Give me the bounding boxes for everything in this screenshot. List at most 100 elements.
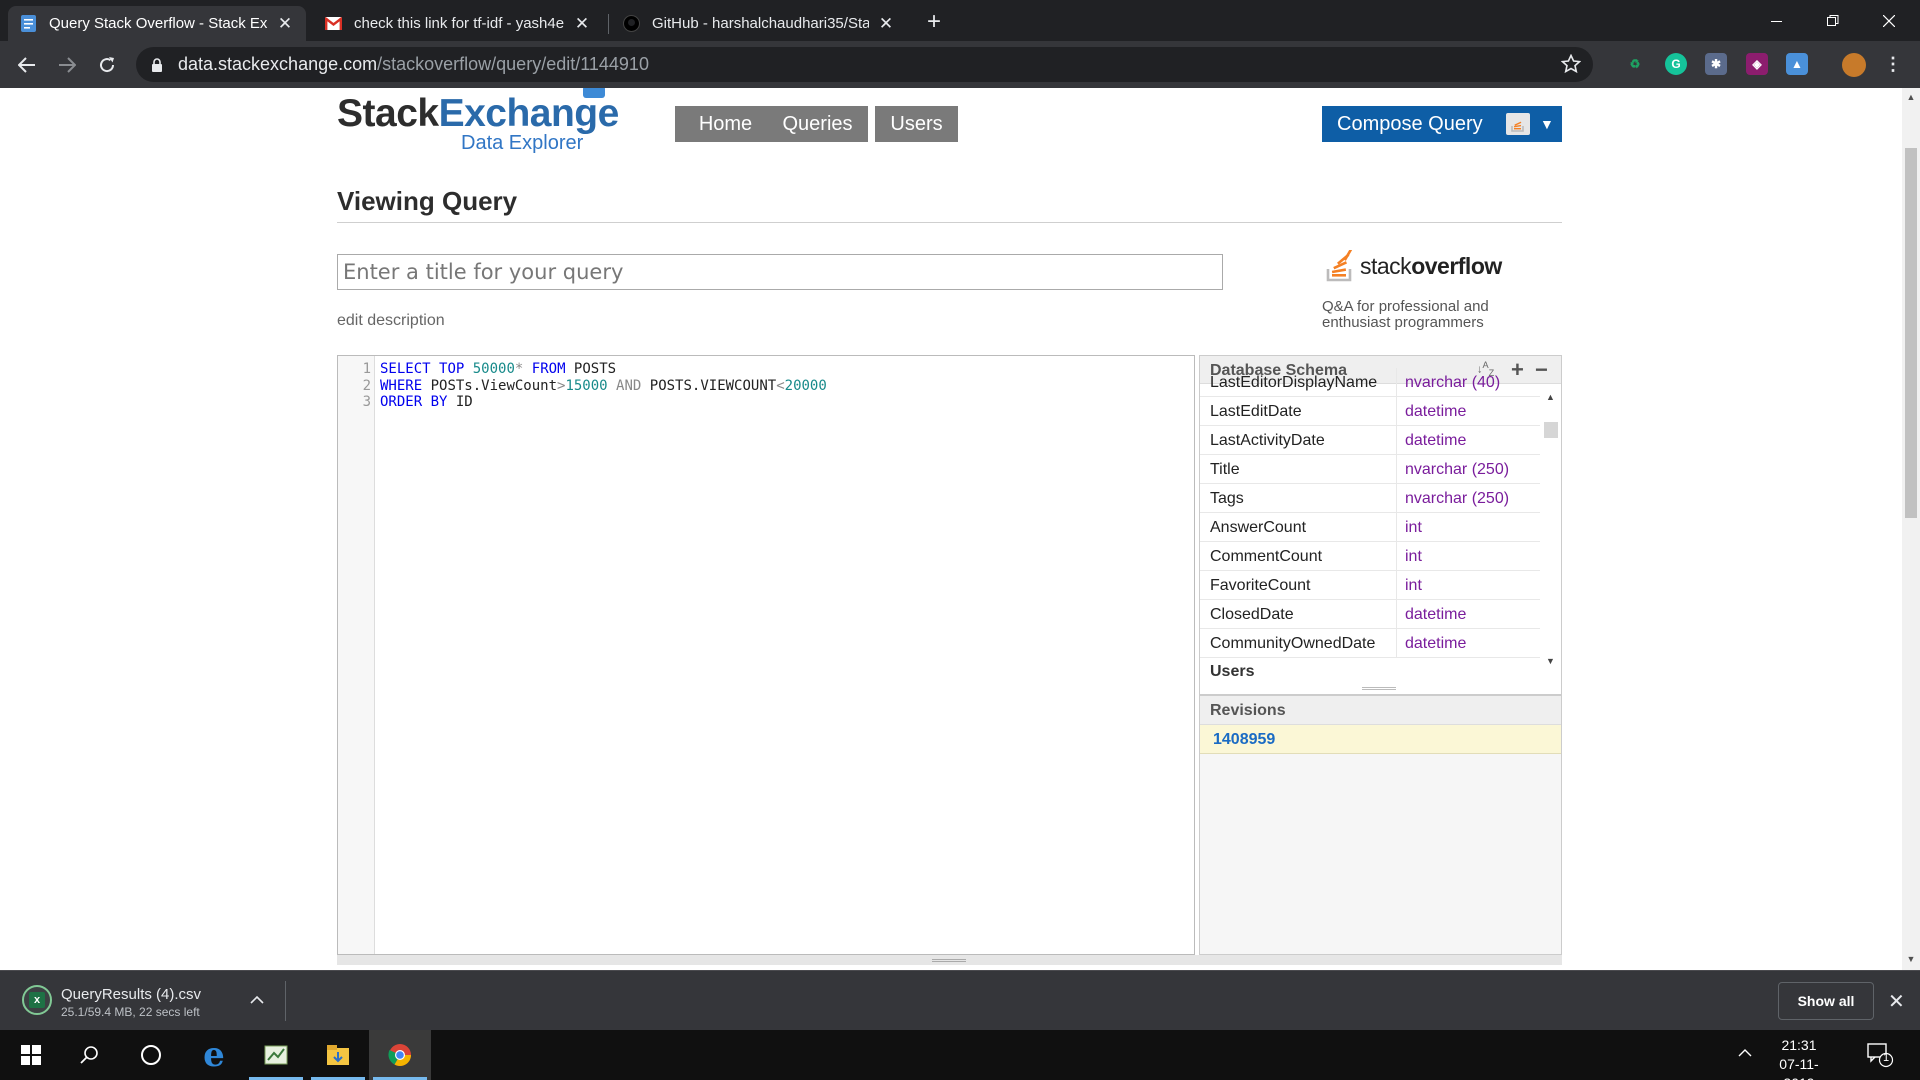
divider <box>337 222 1562 223</box>
minimize-icon[interactable] <box>1754 0 1800 41</box>
stackoverflow-site-icon[interactable] <box>1506 113 1530 135</box>
schema-column-row[interactable]: FavoriteCount int <box>1200 571 1540 600</box>
tab-close-icon[interactable]: ✕ <box>877 14 895 34</box>
windows-start-icon[interactable] <box>0 1030 62 1080</box>
divider <box>1396 368 1397 396</box>
recycle-extension-icon[interactable]: ♻ <box>1624 53 1646 75</box>
close-window-icon[interactable] <box>1866 0 1912 41</box>
address-bar[interactable]: data.stackexchange.com/stackoverflow/que… <box>136 47 1593 82</box>
profile-avatar[interactable] <box>1842 53 1866 77</box>
schema-table-users[interactable]: Users <box>1210 663 1254 681</box>
code-token: POSTs.ViewCount <box>422 377 558 394</box>
schema-column-row[interactable]: CommunityOwnedDate datetime <box>1200 629 1540 658</box>
stackoverflow-logo-text: stackoverflow <box>1360 252 1502 279</box>
tab-gmail[interactable]: check this link for tf-idf - yash4er ✕ <box>313 6 603 41</box>
schema-column-row[interactable]: LastActivityDate datetime <box>1200 426 1540 455</box>
scrollbar-thumb[interactable] <box>1544 422 1558 438</box>
blue-extension-icon[interactable]: ▲ <box>1786 53 1808 75</box>
puzzle-extension-icon[interactable]: ✱ <box>1705 53 1727 75</box>
nav-home[interactable]: Home <box>675 106 776 142</box>
schema-column-row[interactable]: CommentCount int <box>1200 542 1540 571</box>
page-scrollbar[interactable]: ▲ ▼ <box>1902 88 1920 970</box>
grammarly-extension-icon[interactable]: G <box>1665 53 1687 75</box>
database-schema-panel: Database Schema ↓AZ + − LastEditorDispla… <box>1199 355 1562 695</box>
schema-resize-grip[interactable] <box>1362 687 1396 690</box>
query-title-input[interactable] <box>337 254 1223 290</box>
column-name: AnswerCount <box>1210 519 1307 536</box>
editor-resize-handle[interactable] <box>337 955 1562 965</box>
tab-close-icon[interactable]: ✕ <box>276 14 294 34</box>
schema-scrollbar[interactable]: ▲ ▼ <box>1541 392 1561 682</box>
divider <box>1396 629 1397 657</box>
notification-center-icon[interactable]: 1 <box>1866 1040 1894 1073</box>
tab-query-stack-overflow[interactable]: Query Stack Overflow - Stack Exc ✕ <box>8 6 306 41</box>
reload-icon[interactable] <box>93 51 121 79</box>
divider <box>1396 397 1397 425</box>
schema-column-row[interactable]: ClosedDate datetime <box>1200 600 1540 629</box>
revision-link[interactable]: 1408959 <box>1213 731 1275 749</box>
sql-editor[interactable]: SELECT TOP 50000* FROM POSTS WHERE POSTs.… <box>337 355 1195 955</box>
show-all-button[interactable]: Show all <box>1778 982 1874 1020</box>
restore-icon[interactable] <box>1810 0 1856 41</box>
edge-browser-icon[interactable]: e <box>183 1030 245 1080</box>
chrome-menu-icon[interactable]: ⋮ <box>1882 53 1904 75</box>
compose-query-button[interactable]: Compose Query ▼ <box>1322 106 1562 142</box>
code-line[interactable]: ORDER BY ID <box>380 394 473 410</box>
tab-close-icon[interactable]: ✕ <box>573 14 591 34</box>
schema-column-row[interactable]: AnswerCount int <box>1200 513 1540 542</box>
page-title: Viewing Query <box>337 186 518 216</box>
schema-column-row[interactable]: Title nvarchar (250) <box>1200 455 1540 484</box>
forward-icon[interactable] <box>53 51 81 79</box>
column-type: datetime <box>1405 432 1467 449</box>
scroll-down-icon[interactable]: ▼ <box>1906 954 1916 964</box>
column-name: ClosedDate <box>1210 606 1294 623</box>
schema-column-row[interactable]: LastEditDate datetime <box>1200 397 1540 426</box>
code-line[interactable]: WHERE POSTs.ViewCount>15000 AND POSTS.VI… <box>380 378 827 394</box>
chrome-icon[interactable] <box>369 1030 431 1080</box>
schema-column-row[interactable]: LastEditorDisplayName nvarchar (40) <box>1200 368 1540 397</box>
excel-file-icon[interactable]: x <box>22 985 52 1015</box>
scroll-up-icon[interactable]: ▲ <box>1546 392 1555 402</box>
chevron-up-icon[interactable] <box>1738 1044 1752 1062</box>
edit-description-link[interactable]: edit description <box>337 312 445 330</box>
compose-dropdown-icon[interactable]: ▼ <box>1540 106 1554 142</box>
code-token: SELECT <box>380 361 431 377</box>
chevron-up-icon[interactable] <box>250 991 264 1009</box>
divider <box>1396 455 1397 483</box>
stackexchange-logo[interactable]: StackExchange Data Explorer <box>337 88 619 154</box>
divider <box>1396 571 1397 599</box>
system-clock[interactable]: 21:31 07-11-2019 <box>1764 1036 1834 1080</box>
new-tab-button[interactable]: + <box>920 8 948 36</box>
column-type: int <box>1405 577 1422 594</box>
schema-column-row[interactable]: Tags nvarchar (250) <box>1200 484 1540 513</box>
chart-app-icon[interactable] <box>245 1030 307 1080</box>
stackoverflow-logo[interactable]: stackoverflow <box>1326 250 1502 282</box>
column-type: datetime <box>1405 403 1467 420</box>
code-token: 20000 <box>784 377 827 394</box>
revision-item[interactable]: 1408959 <box>1200 725 1561 754</box>
code-token: ORDER <box>380 394 423 410</box>
column-type: nvarchar (250) <box>1405 490 1510 507</box>
divider <box>1396 484 1397 512</box>
tab-title: GitHub - harshalchaudhari35/Sta <box>652 15 869 32</box>
file-explorer-icon[interactable] <box>307 1030 369 1080</box>
scroll-down-icon[interactable]: ▼ <box>1546 656 1555 666</box>
task-view-icon[interactable] <box>120 1030 182 1080</box>
scroll-up-icon[interactable]: ▲ <box>1906 92 1916 102</box>
search-icon[interactable] <box>58 1030 120 1080</box>
tab-github[interactable]: GitHub - harshalchaudhari35/Sta ✕ <box>611 6 907 41</box>
bookmark-star-icon[interactable] <box>1560 53 1582 79</box>
back-icon[interactable] <box>13 51 41 79</box>
column-name: LastActivityDate <box>1210 432 1325 449</box>
nav-queries[interactable]: Queries <box>767 106 868 142</box>
gmail-icon <box>325 15 342 32</box>
code-line[interactable]: SELECT TOP 50000* FROM POSTS <box>380 361 616 377</box>
download-filename[interactable]: QueryResults (4).csv <box>61 986 201 1003</box>
nav-users[interactable]: Users <box>875 106 958 142</box>
close-icon[interactable]: ✕ <box>1888 989 1905 1014</box>
scrollbar-thumb[interactable] <box>1905 148 1917 518</box>
code-token: < <box>776 377 785 394</box>
clock-time: 21:31 <box>1781 1037 1817 1053</box>
purple-extension-icon[interactable]: ◈ <box>1746 53 1768 75</box>
